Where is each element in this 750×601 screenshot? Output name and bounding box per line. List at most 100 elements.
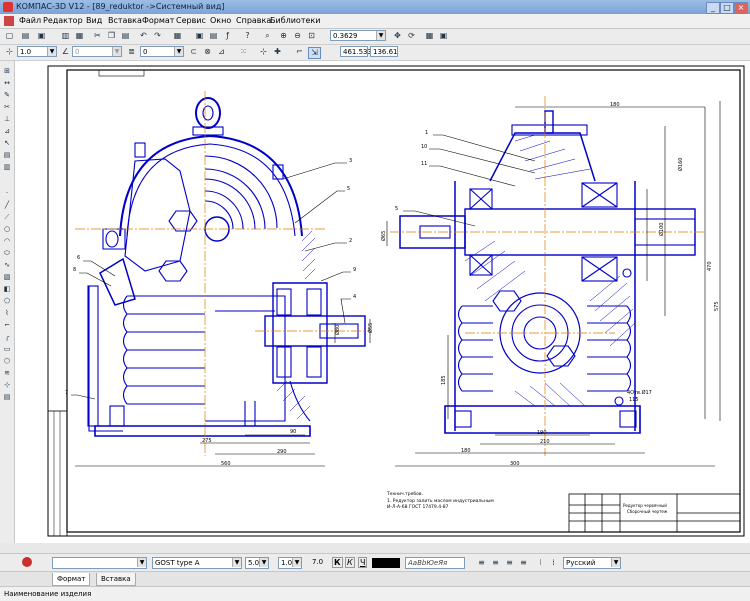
select-icon[interactable]: ↖: [2, 139, 12, 147]
cut-icon[interactable]: ✂: [92, 31, 103, 41]
ellipse-icon[interactable]: ⬭: [2, 249, 12, 257]
minimize-icon[interactable]: _: [706, 2, 720, 14]
bullets-icon[interactable]: ⁝: [535, 558, 546, 568]
reports-icon[interactable]: ▥: [2, 163, 12, 171]
zoom-all-icon[interactable]: ⊡: [306, 31, 317, 41]
contour-icon[interactable]: ⬠: [2, 297, 12, 305]
bold-button[interactable]: К: [332, 557, 343, 568]
narrowing-combo[interactable]: 1.0 ▼: [278, 557, 302, 569]
equidistant-icon[interactable]: ≋: [2, 369, 12, 377]
tab-format[interactable]: Формат: [52, 573, 91, 586]
document-icon[interactable]: [4, 16, 14, 26]
chevron-down-icon[interactable]: ▼: [611, 558, 620, 567]
aux-line-icon[interactable]: ╱: [2, 201, 12, 209]
zoom-window-icon[interactable]: ⌕: [262, 31, 273, 41]
pan-icon[interactable]: ✥: [392, 31, 403, 41]
coord-y-field[interactable]: 136.61: [370, 46, 398, 57]
edit-icon[interactable]: ✂: [2, 103, 12, 111]
chevron-down-icon[interactable]: ▼: [174, 47, 183, 56]
layer-icon[interactable]: ≣: [126, 47, 137, 57]
align-right-icon[interactable]: ≡: [504, 558, 515, 568]
open-icon[interactable]: ▤: [20, 31, 31, 41]
zoom-out-icon[interactable]: ⊖: [292, 31, 303, 41]
numbering-icon[interactable]: ⁞: [548, 558, 559, 568]
chamfer-icon[interactable]: ⌐: [2, 321, 12, 329]
stop-icon[interactable]: [22, 557, 32, 567]
menu-libraries[interactable]: Библиотеки: [270, 16, 320, 25]
save-icon[interactable]: ▣: [36, 31, 47, 41]
align-center-icon[interactable]: ≡: [490, 558, 501, 568]
local-cs-icon[interactable]: ⊹: [4, 47, 15, 57]
style-combo[interactable]: ▼: [52, 557, 147, 569]
variables-icon[interactable]: ƒ: [222, 31, 233, 41]
language-combo[interactable]: Русский ▼: [563, 557, 621, 569]
menu-file[interactable]: Файл: [19, 16, 41, 25]
menu-help[interactable]: Справка: [236, 16, 271, 25]
measure-icon[interactable]: ⊿: [2, 127, 12, 135]
redo-icon[interactable]: ↷: [152, 31, 163, 41]
copy-icon[interactable]: ❐: [106, 31, 117, 41]
chevron-down-icon[interactable]: ▼: [232, 558, 241, 567]
italic-button[interactable]: К: [345, 557, 355, 568]
layers-icon[interactable]: ▦: [424, 31, 435, 41]
parametrization-icon[interactable]: ⊥: [2, 115, 12, 123]
font-height-combo[interactable]: 5.0 ▼: [245, 557, 269, 569]
spec-icon[interactable]: ▤: [2, 151, 12, 159]
coordinates-toggle-icon[interactable]: ⇲: [308, 47, 321, 59]
circle-icon[interactable]: ○: [2, 225, 12, 233]
arc-icon[interactable]: ◠: [2, 237, 12, 245]
menu-service[interactable]: Сервис: [176, 16, 206, 25]
chevron-down-icon[interactable]: ▼: [292, 558, 301, 567]
rectangle-icon[interactable]: ▭: [2, 345, 12, 353]
symbols-icon[interactable]: ✎: [2, 91, 12, 99]
library-icon[interactable]: ▤: [208, 31, 219, 41]
segment-icon[interactable]: ⟋: [2, 213, 12, 221]
manager-icon[interactable]: ▦: [172, 31, 183, 41]
fill-icon[interactable]: ◧: [2, 285, 12, 293]
macro-icon[interactable]: ▤: [2, 393, 12, 401]
tab-insert[interactable]: Вставка: [96, 573, 136, 586]
print-preview-icon[interactable]: ▦: [74, 31, 85, 41]
undo-icon[interactable]: ↶: [138, 31, 149, 41]
menu-format[interactable]: Формат: [142, 16, 174, 25]
ortho-icon[interactable]: ⊿: [216, 47, 227, 57]
menu-view[interactable]: Вид: [86, 16, 102, 25]
menu-window[interactable]: Окно: [210, 16, 231, 25]
chevron-down-icon[interactable]: ▼: [137, 558, 146, 567]
angle-icon[interactable]: ∠: [60, 47, 71, 57]
help-icon[interactable]: ?: [242, 31, 253, 41]
dimensions-icon[interactable]: ↔: [2, 79, 12, 87]
view-manager-icon[interactable]: ▣: [438, 31, 449, 41]
fillet-icon[interactable]: ╭: [2, 333, 12, 341]
zoom-in-icon[interactable]: ⊕: [278, 31, 289, 41]
step-combo[interactable]: 1.0 ▼: [17, 46, 57, 57]
polygon-icon[interactable]: ⬡: [2, 357, 12, 365]
print-icon[interactable]: ▥: [60, 31, 71, 41]
new-icon[interactable]: ▢: [4, 31, 15, 41]
font-combo[interactable]: GOST type A ▼: [152, 557, 242, 569]
align-justify-icon[interactable]: ≡: [518, 558, 529, 568]
align-left-icon[interactable]: ≡: [476, 558, 487, 568]
drawing-canvas[interactable]: 275 290 560 90 Ø55 Ø80 3 2 9 4 5 6 8 7 1…: [15, 61, 750, 543]
menu-insert[interactable]: Вставка: [108, 16, 142, 25]
paste-icon[interactable]: ▤: [120, 31, 131, 41]
maximize-icon[interactable]: □: [720, 2, 734, 14]
angle-combo[interactable]: 0 ▼: [72, 46, 122, 57]
menu-editor[interactable]: Редактор: [43, 16, 83, 25]
round-icon[interactable]: ⌐: [294, 47, 305, 57]
point-icon[interactable]: ·: [2, 189, 12, 197]
spline-icon[interactable]: ∿: [2, 261, 12, 269]
collection-icon[interactable]: ⊹: [2, 381, 12, 389]
cursor-icon[interactable]: ⊹: [258, 47, 269, 57]
grid-icon[interactable]: ⁙: [238, 47, 249, 57]
magnet-icon[interactable]: ⊂: [188, 47, 199, 57]
polyline-icon[interactable]: ⌇: [2, 309, 12, 317]
coord-x-field[interactable]: 461.533: [340, 46, 372, 57]
chevron-down-icon[interactable]: ▼: [47, 47, 56, 56]
zoom-combo[interactable]: 0.3629 ▼: [330, 30, 386, 41]
geometry-icon[interactable]: ⊞: [2, 67, 12, 75]
chevron-down-icon[interactable]: ▼: [259, 558, 268, 567]
step-value[interactable]: 7.0: [312, 558, 323, 566]
cursor-settings-icon[interactable]: ✚: [272, 47, 283, 57]
properties-icon[interactable]: ▣: [194, 31, 205, 41]
